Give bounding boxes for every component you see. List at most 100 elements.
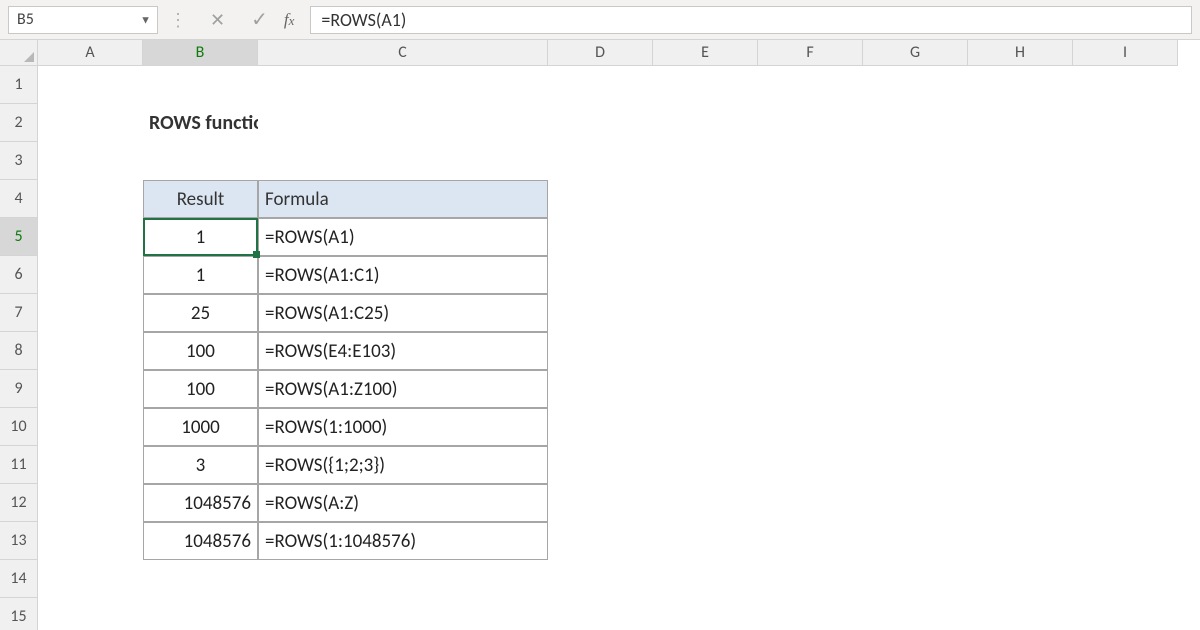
- cell-C3[interactable]: [258, 142, 548, 180]
- cell-A8[interactable]: [38, 332, 143, 370]
- cell-A14[interactable]: [38, 560, 143, 598]
- cell-I12[interactable]: [1073, 484, 1178, 522]
- col-header-E[interactable]: E: [653, 40, 758, 66]
- cell-I3[interactable]: [1073, 142, 1178, 180]
- cell-G9[interactable]: [863, 370, 968, 408]
- row-header-8[interactable]: 8: [0, 332, 38, 370]
- cell-D3[interactable]: [548, 142, 653, 180]
- row-header-9[interactable]: 9: [0, 370, 38, 408]
- cell-H14[interactable]: [968, 560, 1073, 598]
- cell-B11[interactable]: 3: [143, 446, 258, 484]
- table-header-result[interactable]: Result: [143, 180, 258, 218]
- cell-D2[interactable]: [548, 104, 653, 142]
- cell-G4[interactable]: [863, 180, 968, 218]
- cell-B8[interactable]: 100: [143, 332, 258, 370]
- cell-A15[interactable]: [38, 598, 143, 630]
- cell-I7[interactable]: [1073, 294, 1178, 332]
- cell-G6[interactable]: [863, 256, 968, 294]
- cell-F5[interactable]: [758, 218, 863, 256]
- cell-C11[interactable]: =ROWS({1;2;3}): [258, 446, 548, 484]
- cell-F15[interactable]: [758, 598, 863, 630]
- cell-A6[interactable]: [38, 256, 143, 294]
- cell-G7[interactable]: [863, 294, 968, 332]
- cell-E1[interactable]: [653, 66, 758, 104]
- cell-C13[interactable]: =ROWS(1:1048576): [258, 522, 548, 560]
- cell-E3[interactable]: [653, 142, 758, 180]
- col-header-C[interactable]: C: [258, 40, 548, 66]
- row-header-4[interactable]: 4: [0, 180, 38, 218]
- cell-H13[interactable]: [968, 522, 1073, 560]
- cell-E7[interactable]: [653, 294, 758, 332]
- cell-D5[interactable]: [548, 218, 653, 256]
- cell-A10[interactable]: [38, 408, 143, 446]
- cell-D4[interactable]: [548, 180, 653, 218]
- cell-G5[interactable]: [863, 218, 968, 256]
- cell-E2[interactable]: [653, 104, 758, 142]
- col-header-H[interactable]: H: [968, 40, 1073, 66]
- cell-G15[interactable]: [863, 598, 968, 630]
- cell-A13[interactable]: [38, 522, 143, 560]
- cell-E14[interactable]: [653, 560, 758, 598]
- cell-E8[interactable]: [653, 332, 758, 370]
- cell-C5[interactable]: =ROWS(A1): [258, 218, 548, 256]
- cell-A2[interactable]: [38, 104, 143, 142]
- cell-H5[interactable]: [968, 218, 1073, 256]
- cell-E12[interactable]: [653, 484, 758, 522]
- enter-icon[interactable]: ✓: [251, 7, 268, 32]
- row-header-14[interactable]: 14: [0, 560, 38, 598]
- row-header-5[interactable]: 5: [0, 218, 38, 256]
- cell-F9[interactable]: [758, 370, 863, 408]
- cell-F11[interactable]: [758, 446, 863, 484]
- cell-D12[interactable]: [548, 484, 653, 522]
- table-header-formula[interactable]: Formula: [258, 180, 548, 218]
- cell-I2[interactable]: [1073, 104, 1178, 142]
- cell-F7[interactable]: [758, 294, 863, 332]
- cell-G11[interactable]: [863, 446, 968, 484]
- cell-E15[interactable]: [653, 598, 758, 630]
- cell-H9[interactable]: [968, 370, 1073, 408]
- cell-H3[interactable]: [968, 142, 1073, 180]
- cell-I9[interactable]: [1073, 370, 1178, 408]
- cell-E10[interactable]: [653, 408, 758, 446]
- col-header-F[interactable]: F: [758, 40, 863, 66]
- cell-H10[interactable]: [968, 408, 1073, 446]
- cell-D11[interactable]: [548, 446, 653, 484]
- cell-I14[interactable]: [1073, 560, 1178, 598]
- select-all-triangle[interactable]: [0, 40, 38, 66]
- chevron-down-icon[interactable]: ▼: [140, 13, 151, 26]
- cell-E6[interactable]: [653, 256, 758, 294]
- cell-D13[interactable]: [548, 522, 653, 560]
- cell-D15[interactable]: [548, 598, 653, 630]
- cell-A12[interactable]: [38, 484, 143, 522]
- row-header-13[interactable]: 13: [0, 522, 38, 560]
- cell-C10[interactable]: =ROWS(1:1000): [258, 408, 548, 446]
- cell-B1[interactable]: [143, 66, 258, 104]
- cell-C8[interactable]: =ROWS(E4:E103): [258, 332, 548, 370]
- cell-G10[interactable]: [863, 408, 968, 446]
- name-box[interactable]: B5 ▼: [8, 6, 158, 34]
- cell-D8[interactable]: [548, 332, 653, 370]
- cell-I1[interactable]: [1073, 66, 1178, 104]
- row-header-1[interactable]: 1: [0, 66, 38, 104]
- cell-H12[interactable]: [968, 484, 1073, 522]
- cell-B6[interactable]: 1: [143, 256, 258, 294]
- col-header-A[interactable]: A: [38, 40, 143, 66]
- cell-E9[interactable]: [653, 370, 758, 408]
- cell-F4[interactable]: [758, 180, 863, 218]
- cell-E4[interactable]: [653, 180, 758, 218]
- row-header-7[interactable]: 7: [0, 294, 38, 332]
- row-header-6[interactable]: 6: [0, 256, 38, 294]
- spreadsheet-grid[interactable]: A B C D E F G H I 1 2 ROWS function 3: [0, 40, 1200, 630]
- cell-H7[interactable]: [968, 294, 1073, 332]
- cell-H1[interactable]: [968, 66, 1073, 104]
- formula-input[interactable]: =ROWS(A1): [310, 6, 1192, 34]
- cell-H4[interactable]: [968, 180, 1073, 218]
- cell-G2[interactable]: [863, 104, 968, 142]
- cell-A7[interactable]: [38, 294, 143, 332]
- cell-C15[interactable]: [258, 598, 548, 630]
- col-header-G[interactable]: G: [863, 40, 968, 66]
- cell-G1[interactable]: [863, 66, 968, 104]
- cell-F2[interactable]: [758, 104, 863, 142]
- cell-B7[interactable]: 25: [143, 294, 258, 332]
- cancel-icon[interactable]: ✕: [210, 9, 225, 31]
